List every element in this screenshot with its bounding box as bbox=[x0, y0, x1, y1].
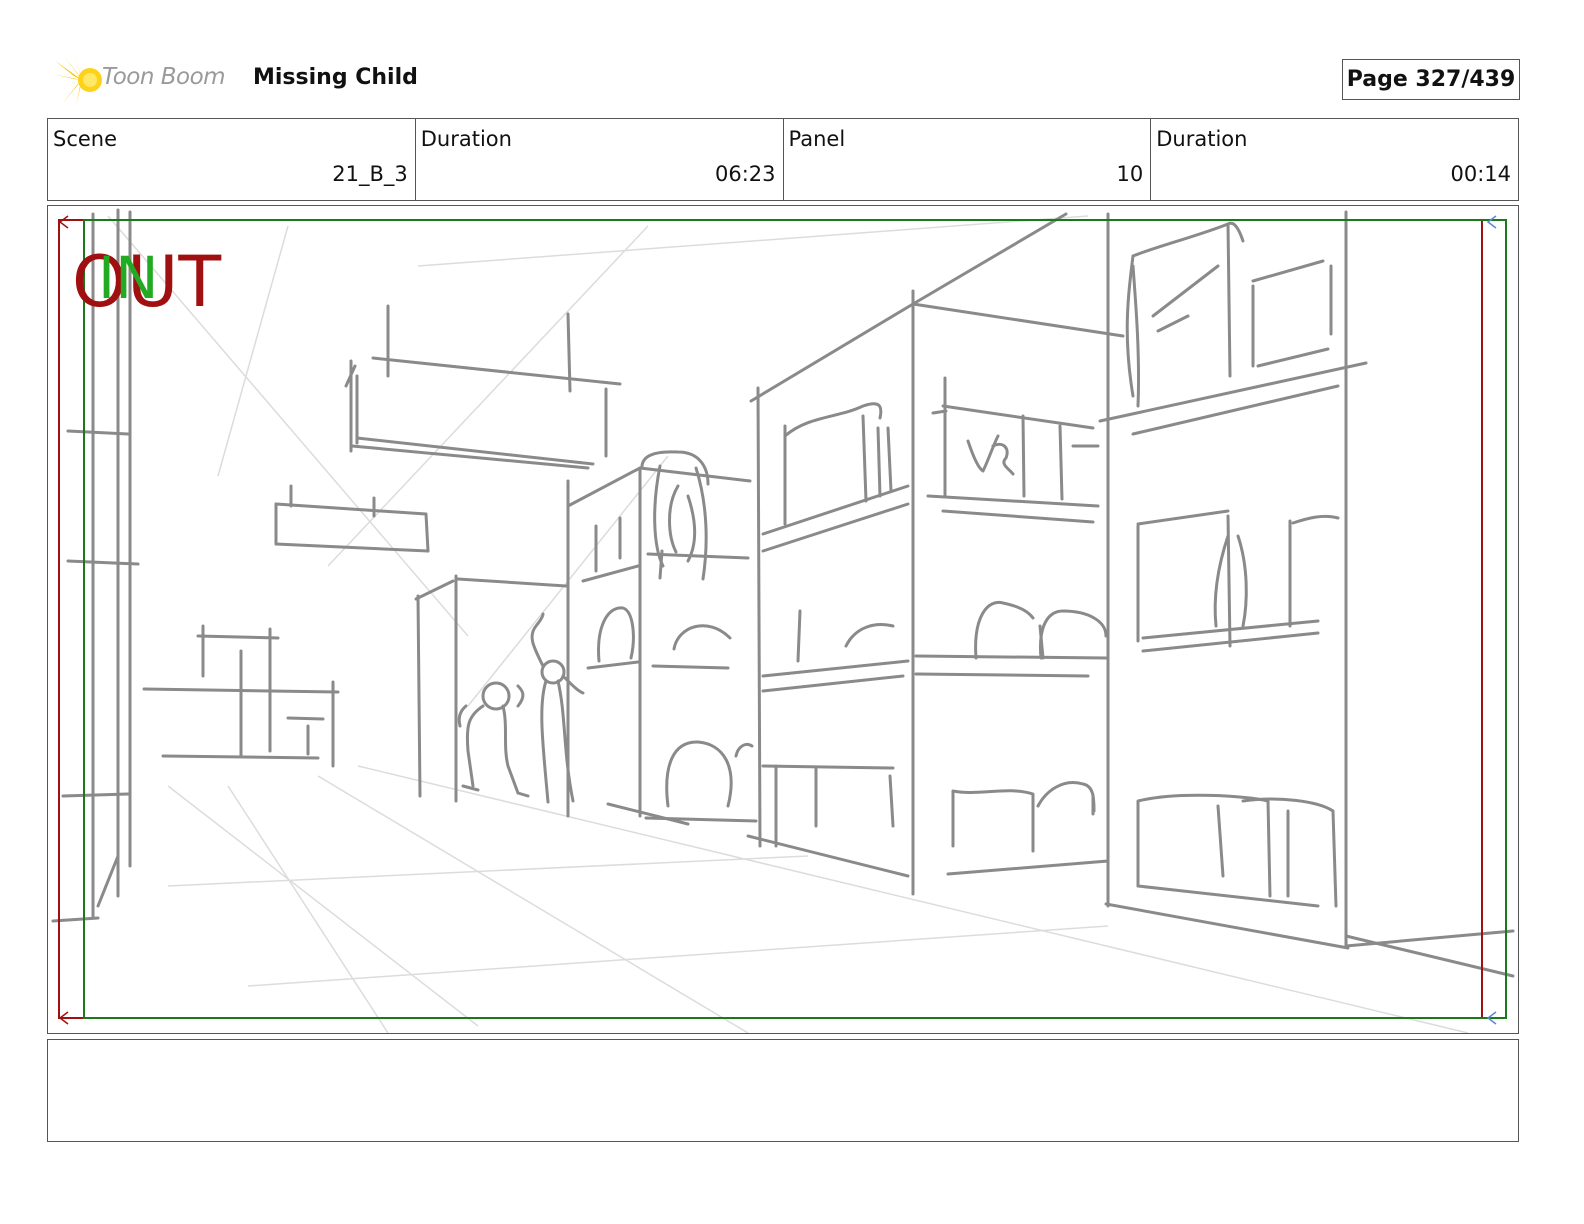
panel-duration-value: 00:14 bbox=[1450, 162, 1511, 186]
panel-cell: Panel 10 bbox=[784, 119, 1152, 200]
scene-label: Scene bbox=[53, 127, 118, 151]
street-sketch bbox=[51, 208, 1515, 978]
scene-duration-value: 06:23 bbox=[714, 162, 776, 186]
scene-duration-label: Duration bbox=[420, 127, 512, 151]
scene-duration-cell: Duration 06:23 bbox=[416, 119, 784, 200]
storyboard-header: Toon Boom Missing Child Page 327/439 bbox=[48, 54, 1520, 106]
panel-duration-cell: Duration 00:14 bbox=[1151, 119, 1518, 200]
out-frame bbox=[58, 219, 1483, 1019]
toon-boom-logo-icon bbox=[52, 54, 102, 106]
in-frame bbox=[83, 219, 1507, 1019]
scene-info-row: Scene 21_B_3 Duration 06:23 Panel 10 Dur… bbox=[47, 118, 1519, 201]
storyboard-panel: OUT IN bbox=[47, 205, 1519, 1034]
page-indicator: Page 327/439 bbox=[1342, 59, 1520, 100]
scene-value: 21_B_3 bbox=[332, 162, 408, 186]
panel-label: Panel bbox=[788, 127, 846, 151]
scene-cell: Scene 21_B_3 bbox=[48, 119, 416, 200]
panel-caption-box[interactable] bbox=[47, 1039, 1519, 1142]
in-label: IN bbox=[98, 244, 159, 312]
panel-sketch bbox=[51, 208, 1515, 1033]
logo-text: Toon Boom bbox=[102, 64, 226, 90]
document-title: Missing Child bbox=[253, 65, 418, 90]
panel-value: 10 bbox=[1116, 162, 1144, 186]
perspective-guides bbox=[107, 215, 1469, 1033]
panel-duration-label: Duration bbox=[1156, 127, 1248, 151]
